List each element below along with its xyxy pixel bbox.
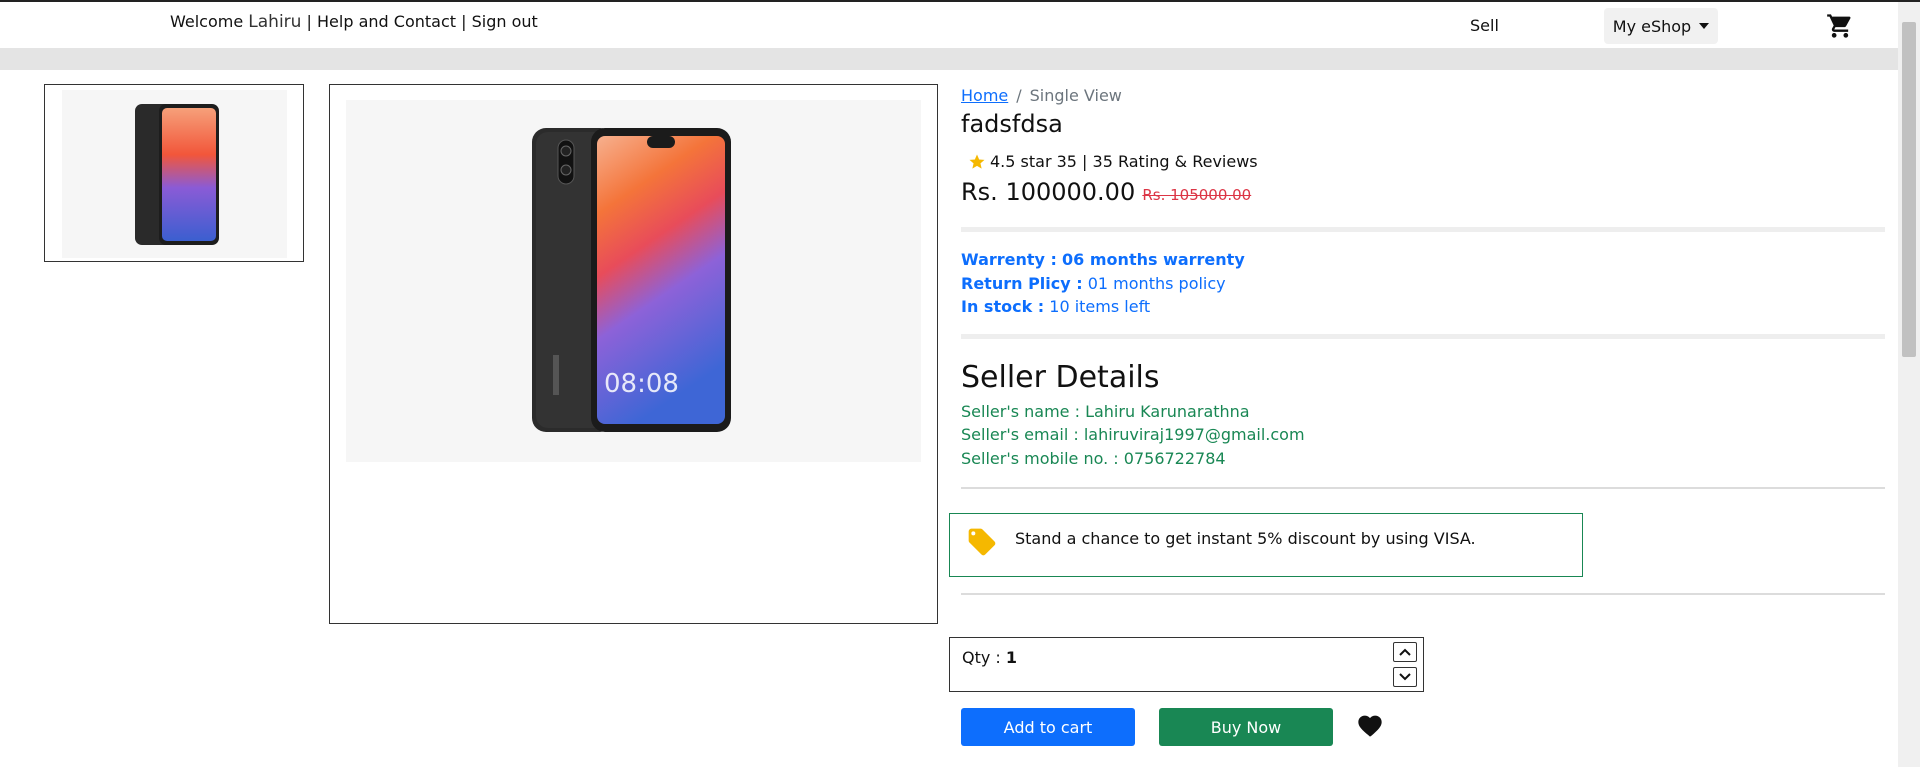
seller-mobile: Seller's mobile no. : 0756722784 bbox=[961, 449, 1226, 468]
sell-link[interactable]: Sell bbox=[1470, 16, 1499, 35]
welcome-bar: Welcome Lahiru | Help and Contact | Sign… bbox=[170, 12, 538, 32]
divider bbox=[961, 487, 1885, 489]
seller-name: Seller's name : Lahiru Karunarathna bbox=[961, 402, 1250, 421]
divider bbox=[961, 334, 1885, 339]
quantity-stepper[interactable] bbox=[949, 637, 1424, 692]
quantity-value[interactable]: 1 bbox=[1006, 648, 1017, 667]
current-price: Rs. 100000.00 bbox=[961, 178, 1136, 206]
product-title: fadsfdsa bbox=[961, 110, 1063, 138]
quantity-increase-button[interactable] bbox=[1393, 642, 1417, 662]
my-eshop-label: My eShop bbox=[1612, 16, 1692, 36]
heart-icon[interactable] bbox=[1356, 712, 1384, 738]
shopping-cart-icon[interactable] bbox=[1826, 12, 1854, 40]
return-policy-info: Return Plicy : 01 months policy bbox=[961, 274, 1226, 293]
help-contact-link[interactable]: Help and Contact bbox=[317, 12, 456, 31]
product-price: Rs. 100000.00 Rs. 105000.00 bbox=[961, 178, 1251, 206]
welcome-label: Welcome bbox=[170, 12, 244, 31]
divider bbox=[961, 593, 1885, 595]
product-main-image: 08:08 bbox=[346, 100, 921, 462]
promo-text: Stand a chance to get instant 5% discoun… bbox=[1015, 529, 1476, 548]
header-divider-bar bbox=[0, 48, 1898, 70]
breadcrumb-separator: / bbox=[1016, 86, 1022, 105]
chevron-down-icon bbox=[1399, 673, 1411, 681]
seller-email: Seller's email : lahiruviraj1997@gmail.c… bbox=[961, 425, 1305, 444]
divider bbox=[961, 227, 1885, 232]
breadcrumb: Home / Single View bbox=[961, 86, 1122, 105]
price-tag-icon bbox=[966, 526, 998, 558]
quantity-decrease-button[interactable] bbox=[1393, 667, 1417, 687]
user-name: Lahiru bbox=[248, 12, 302, 32]
return-label: Return Plicy : bbox=[961, 274, 1083, 293]
separator: | bbox=[306, 12, 312, 31]
breadcrumb-home-link[interactable]: Home bbox=[961, 86, 1008, 105]
quantity-field[interactable]: Qty : 1 bbox=[962, 648, 1017, 667]
product-thumbnail[interactable] bbox=[62, 90, 287, 258]
seller-details-heading: Seller Details bbox=[961, 360, 1160, 395]
caret-down-icon bbox=[1699, 23, 1710, 29]
rating-text: 4.5 star 35 | 35 Rating & Reviews bbox=[990, 152, 1258, 171]
add-to-cart-button[interactable]: Add to cart bbox=[961, 708, 1135, 746]
scrollbar-thumb[interactable] bbox=[1902, 22, 1916, 357]
product-rating: 4.5 star 35 | 35 Rating & Reviews bbox=[968, 152, 1258, 171]
stock-info: In stock : 10 items left bbox=[961, 297, 1150, 316]
old-price: Rs. 105000.00 bbox=[1142, 186, 1252, 204]
stock-value: 10 items left bbox=[1049, 297, 1151, 316]
my-eshop-dropdown[interactable]: My eShop bbox=[1604, 8, 1718, 44]
separator: | bbox=[461, 12, 467, 31]
warranty-label: Warrenty : bbox=[961, 250, 1057, 269]
phone-screen-time: 08:08 bbox=[604, 369, 679, 399]
quantity-label: Qty : bbox=[962, 648, 1001, 667]
star-icon bbox=[969, 154, 985, 169]
buy-now-button[interactable]: Buy Now bbox=[1159, 708, 1333, 746]
warranty-info: Warrenty : 06 months warrenty bbox=[961, 250, 1245, 269]
return-value: 01 months policy bbox=[1087, 274, 1226, 293]
sign-out-link[interactable]: Sign out bbox=[472, 12, 538, 31]
breadcrumb-current: Single View bbox=[1029, 86, 1122, 105]
stock-label: In stock : bbox=[961, 297, 1045, 316]
chevron-up-icon bbox=[1399, 648, 1411, 656]
warranty-value: 06 months warrenty bbox=[1062, 250, 1245, 269]
